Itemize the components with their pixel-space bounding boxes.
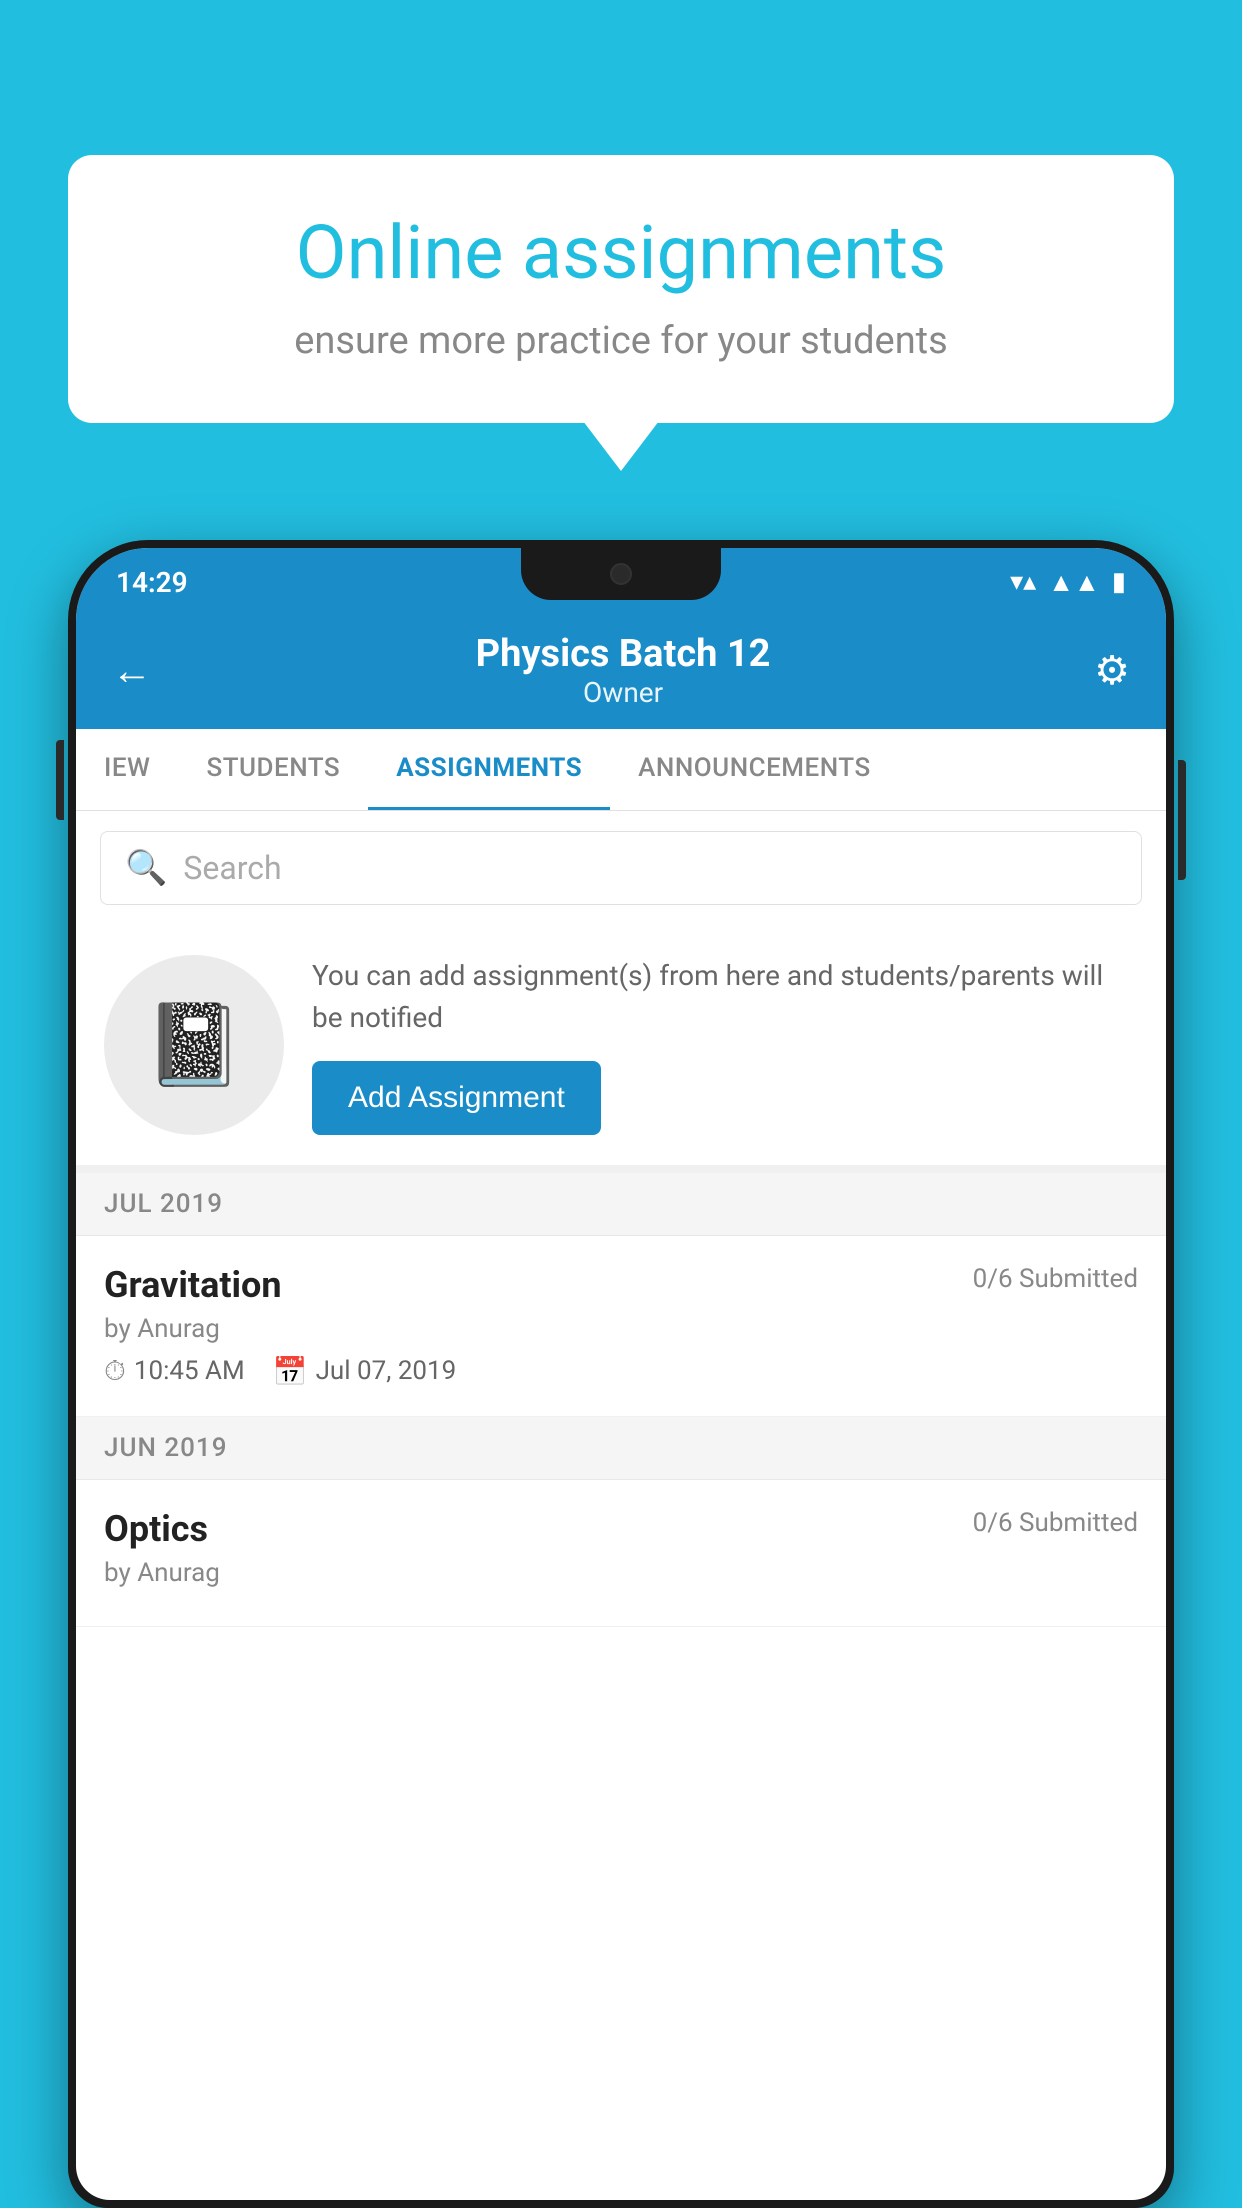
bubble-subtitle: ensure more practice for your students [128, 319, 1114, 363]
clock-icon: ⏱ [104, 1354, 126, 1388]
promo-text: You can add assignment(s) from here and … [312, 955, 1138, 1039]
assignment-by: by Anurag [104, 1314, 1138, 1344]
promo-content: You can add assignment(s) from here and … [312, 955, 1138, 1135]
speech-bubble-container: Online assignments ensure more practice … [68, 155, 1174, 423]
settings-icon[interactable]: ⚙ [1094, 647, 1130, 694]
assignment-item-optics[interactable]: Optics 0/6 Submitted by Anurag [76, 1480, 1166, 1627]
assignment-top-row: Gravitation 0/6 Submitted [104, 1264, 1138, 1306]
month-header-jul: JUL 2019 [76, 1173, 1166, 1236]
header-subtitle: Owner [152, 676, 1094, 709]
assignment-date: 📅 Jul 07, 2019 [273, 1355, 457, 1388]
add-assignment-promo: 📓 You can add assignment(s) from here an… [76, 925, 1166, 1173]
month-header-jun: JUN 2019 [76, 1417, 1166, 1480]
assignment-title-optics: Optics [104, 1508, 208, 1550]
assignment-meta: ⏱ 10:45 AM 📅 Jul 07, 2019 [104, 1354, 1138, 1388]
tab-announcements[interactable]: ANNOUNCEMENTS [610, 729, 899, 810]
search-icon: 🔍 [125, 848, 167, 888]
bubble-title: Online assignments [128, 210, 1114, 299]
phone-screen: 14:29 ▾▴ ▲▲ ▮ ← Physics Batch 12 Owner ⚙… [76, 548, 1166, 2200]
assignment-submitted: 0/6 Submitted [973, 1264, 1138, 1294]
header-title: Physics Batch 12 [152, 632, 1094, 676]
tab-iew[interactable]: IEW [76, 729, 178, 810]
back-button[interactable]: ← [112, 647, 152, 694]
assignment-by-optics: by Anurag [104, 1558, 1138, 1588]
assignment-title: Gravitation [104, 1264, 282, 1306]
promo-icon-circle: 📓 [104, 955, 284, 1135]
tab-assignments[interactable]: ASSIGNMENTS [368, 729, 610, 810]
assignment-time: ⏱ 10:45 AM [104, 1354, 245, 1388]
wifi-icon: ▾▴ [1010, 567, 1036, 597]
volume-button [56, 740, 64, 820]
app-header: ← Physics Batch 12 Owner ⚙ [76, 616, 1166, 729]
calendar-icon: 📅 [273, 1355, 308, 1388]
search-bar[interactable]: 🔍 Search [100, 831, 1142, 905]
power-button [1178, 760, 1186, 880]
speech-bubble: Online assignments ensure more practice … [68, 155, 1174, 423]
search-placeholder: Search [183, 849, 281, 887]
tabs-bar: IEW STUDENTS ASSIGNMENTS ANNOUNCEMENTS [76, 729, 1166, 811]
assignment-item-gravitation[interactable]: Gravitation 0/6 Submitted by Anurag ⏱ 10… [76, 1236, 1166, 1417]
status-time: 14:29 [116, 566, 188, 599]
battery-icon: ▮ [1112, 567, 1126, 597]
header-title-section: Physics Batch 12 Owner [152, 632, 1094, 709]
front-camera [610, 563, 632, 585]
add-assignment-button[interactable]: Add Assignment [312, 1061, 601, 1135]
notebook-icon: 📓 [144, 998, 244, 1092]
search-container: 🔍 Search [76, 811, 1166, 925]
assignment-submitted-optics: 0/6 Submitted [973, 1508, 1138, 1538]
tab-students[interactable]: STUDENTS [178, 729, 368, 810]
signal-icon: ▲▲ [1048, 567, 1099, 598]
assignment-top-row-optics: Optics 0/6 Submitted [104, 1508, 1138, 1550]
phone-frame: 14:29 ▾▴ ▲▲ ▮ ← Physics Batch 12 Owner ⚙… [68, 540, 1174, 2208]
status-icons: ▾▴ ▲▲ ▮ [1010, 567, 1126, 598]
phone-notch [521, 548, 721, 600]
